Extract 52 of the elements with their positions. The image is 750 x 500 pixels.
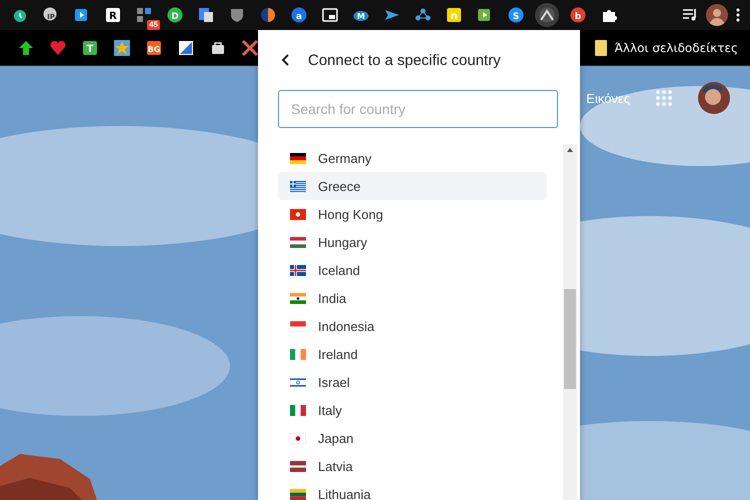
country-name: Lithuania	[318, 486, 371, 500]
country-name: Italy	[318, 402, 342, 418]
flag-icon	[290, 376, 306, 388]
country-item[interactable]: Italy	[278, 396, 547, 424]
flag-icon	[290, 404, 306, 416]
country-item[interactable]: Greece	[278, 172, 547, 200]
country-name: Germany	[318, 150, 372, 166]
country-name: Japan	[318, 430, 354, 446]
avatar[interactable]	[698, 82, 730, 114]
scrollbar-thumb[interactable]	[564, 289, 576, 389]
country-item[interactable]: Germany	[278, 144, 547, 172]
extension-icon: T	[81, 38, 99, 56]
bookmark-folder[interactable]: Άλλοι σελιδοδείκτες	[614, 40, 738, 54]
country-name: India	[318, 290, 346, 306]
flag-icon	[290, 208, 306, 220]
flag-icon	[290, 460, 306, 472]
country-item[interactable]: Lithuania	[278, 480, 547, 500]
search-field[interactable]: Search for country	[278, 90, 558, 128]
flag-icon	[290, 236, 306, 248]
country-name: Hungary	[318, 234, 368, 250]
flag-icon	[290, 292, 306, 304]
popup-title: Connect to a specific country	[308, 52, 501, 68]
country-item[interactable]: Hong Kong	[278, 200, 547, 228]
country-name: Indonesia	[318, 318, 374, 334]
flag-icon	[290, 264, 306, 276]
country-item[interactable]: Ireland	[278, 340, 547, 368]
country-name: Israel	[318, 374, 350, 390]
flag-icon	[290, 180, 306, 192]
country-name: Greece	[318, 178, 361, 194]
extension-icon: BG	[145, 38, 163, 56]
flag-icon	[290, 152, 306, 164]
flag-icon	[290, 320, 306, 332]
flag-icon	[290, 432, 306, 444]
count-badge: 45	[147, 20, 160, 30]
country-name: Ireland	[318, 346, 358, 362]
country-item[interactable]: Latvia	[278, 452, 547, 480]
country-item[interactable]: Hungary	[278, 228, 547, 256]
menu-icon[interactable]	[736, 8, 740, 22]
country-item[interactable]: Indonesia	[278, 312, 547, 340]
country-item[interactable]: India	[278, 284, 547, 312]
country-item[interactable]: Israel	[278, 368, 547, 396]
folder-icon[interactable]	[594, 40, 607, 56]
country-name: Iceland	[318, 262, 360, 278]
flag-icon	[290, 488, 306, 500]
scrollbar[interactable]	[563, 144, 577, 500]
country-name: Hong Kong	[318, 206, 384, 222]
country-item[interactable]: Iceland	[278, 256, 547, 284]
flag-icon	[290, 348, 306, 360]
country-name: Latvia	[318, 458, 353, 474]
country-item[interactable]: Japan	[278, 424, 547, 452]
avatar[interactable]	[706, 4, 728, 26]
playlist-icon[interactable]	[682, 8, 698, 22]
